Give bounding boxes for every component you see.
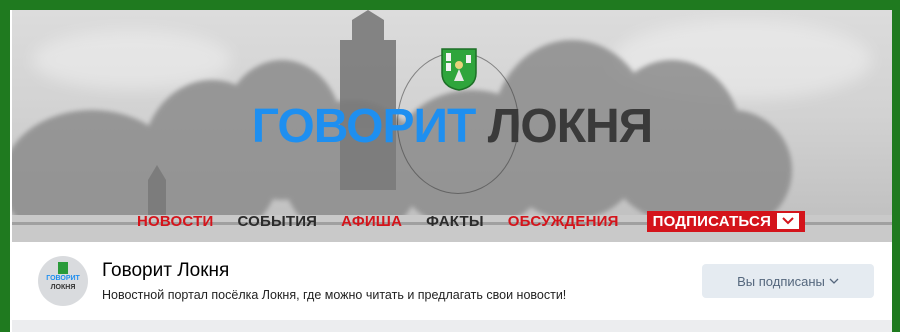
cover-subscribe-label: ПОДПИСАТЬСЯ bbox=[652, 212, 772, 230]
chevron-down-icon bbox=[829, 278, 839, 284]
avatar-line2: ЛОКНЯ bbox=[50, 284, 76, 291]
avatar-emblem-icon bbox=[58, 262, 68, 274]
page-bottom-strip bbox=[12, 320, 892, 332]
menu-item-discussions[interactable]: ОБСУЖДЕНИЯ bbox=[508, 213, 619, 230]
menu-item-events[interactable]: СОБЫТИЯ bbox=[237, 213, 317, 230]
cover-logo-title: ГОВОРИТ ЛОКНЯ bbox=[12, 102, 892, 152]
group-name: Говорит Локня bbox=[102, 260, 230, 281]
group-cover: ГОВОРИТ ЛОКНЯ НОВОСТИ СОБЫТИЯ АФИША ФАКТ… bbox=[12, 10, 892, 242]
dropdown-icon bbox=[777, 213, 800, 229]
logo-word-2: ЛОКНЯ bbox=[487, 100, 653, 153]
subscribed-label: Вы подписаны bbox=[737, 273, 825, 289]
menu-item-poster[interactable]: АФИША bbox=[341, 213, 402, 230]
group-description: Новостной портал посёлка Локня, где можн… bbox=[102, 288, 567, 302]
emblem-icon bbox=[441, 48, 477, 91]
avatar-line1: ГОВОРИТ bbox=[46, 275, 80, 282]
menu-item-facts[interactable]: ФАКТЫ bbox=[426, 213, 484, 230]
avatar[interactable]: ГОВОРИТ ЛОКНЯ bbox=[38, 256, 88, 306]
menu-item-news[interactable]: НОВОСТИ bbox=[137, 213, 213, 230]
logo-word-1: ГОВОРИТ bbox=[251, 100, 477, 153]
subscribed-button[interactable]: Вы подписаны bbox=[702, 264, 874, 298]
cover-menu: НОВОСТИ СОБЫТИЯ АФИША ФАКТЫ ОБСУЖДЕНИЯ П… bbox=[137, 210, 806, 232]
group-info-bar: ГОВОРИТ ЛОКНЯ Говорит Локня Новостной по… bbox=[12, 242, 892, 320]
cover-subscribe-button[interactable]: ПОДПИСАТЬСЯ bbox=[646, 210, 806, 232]
